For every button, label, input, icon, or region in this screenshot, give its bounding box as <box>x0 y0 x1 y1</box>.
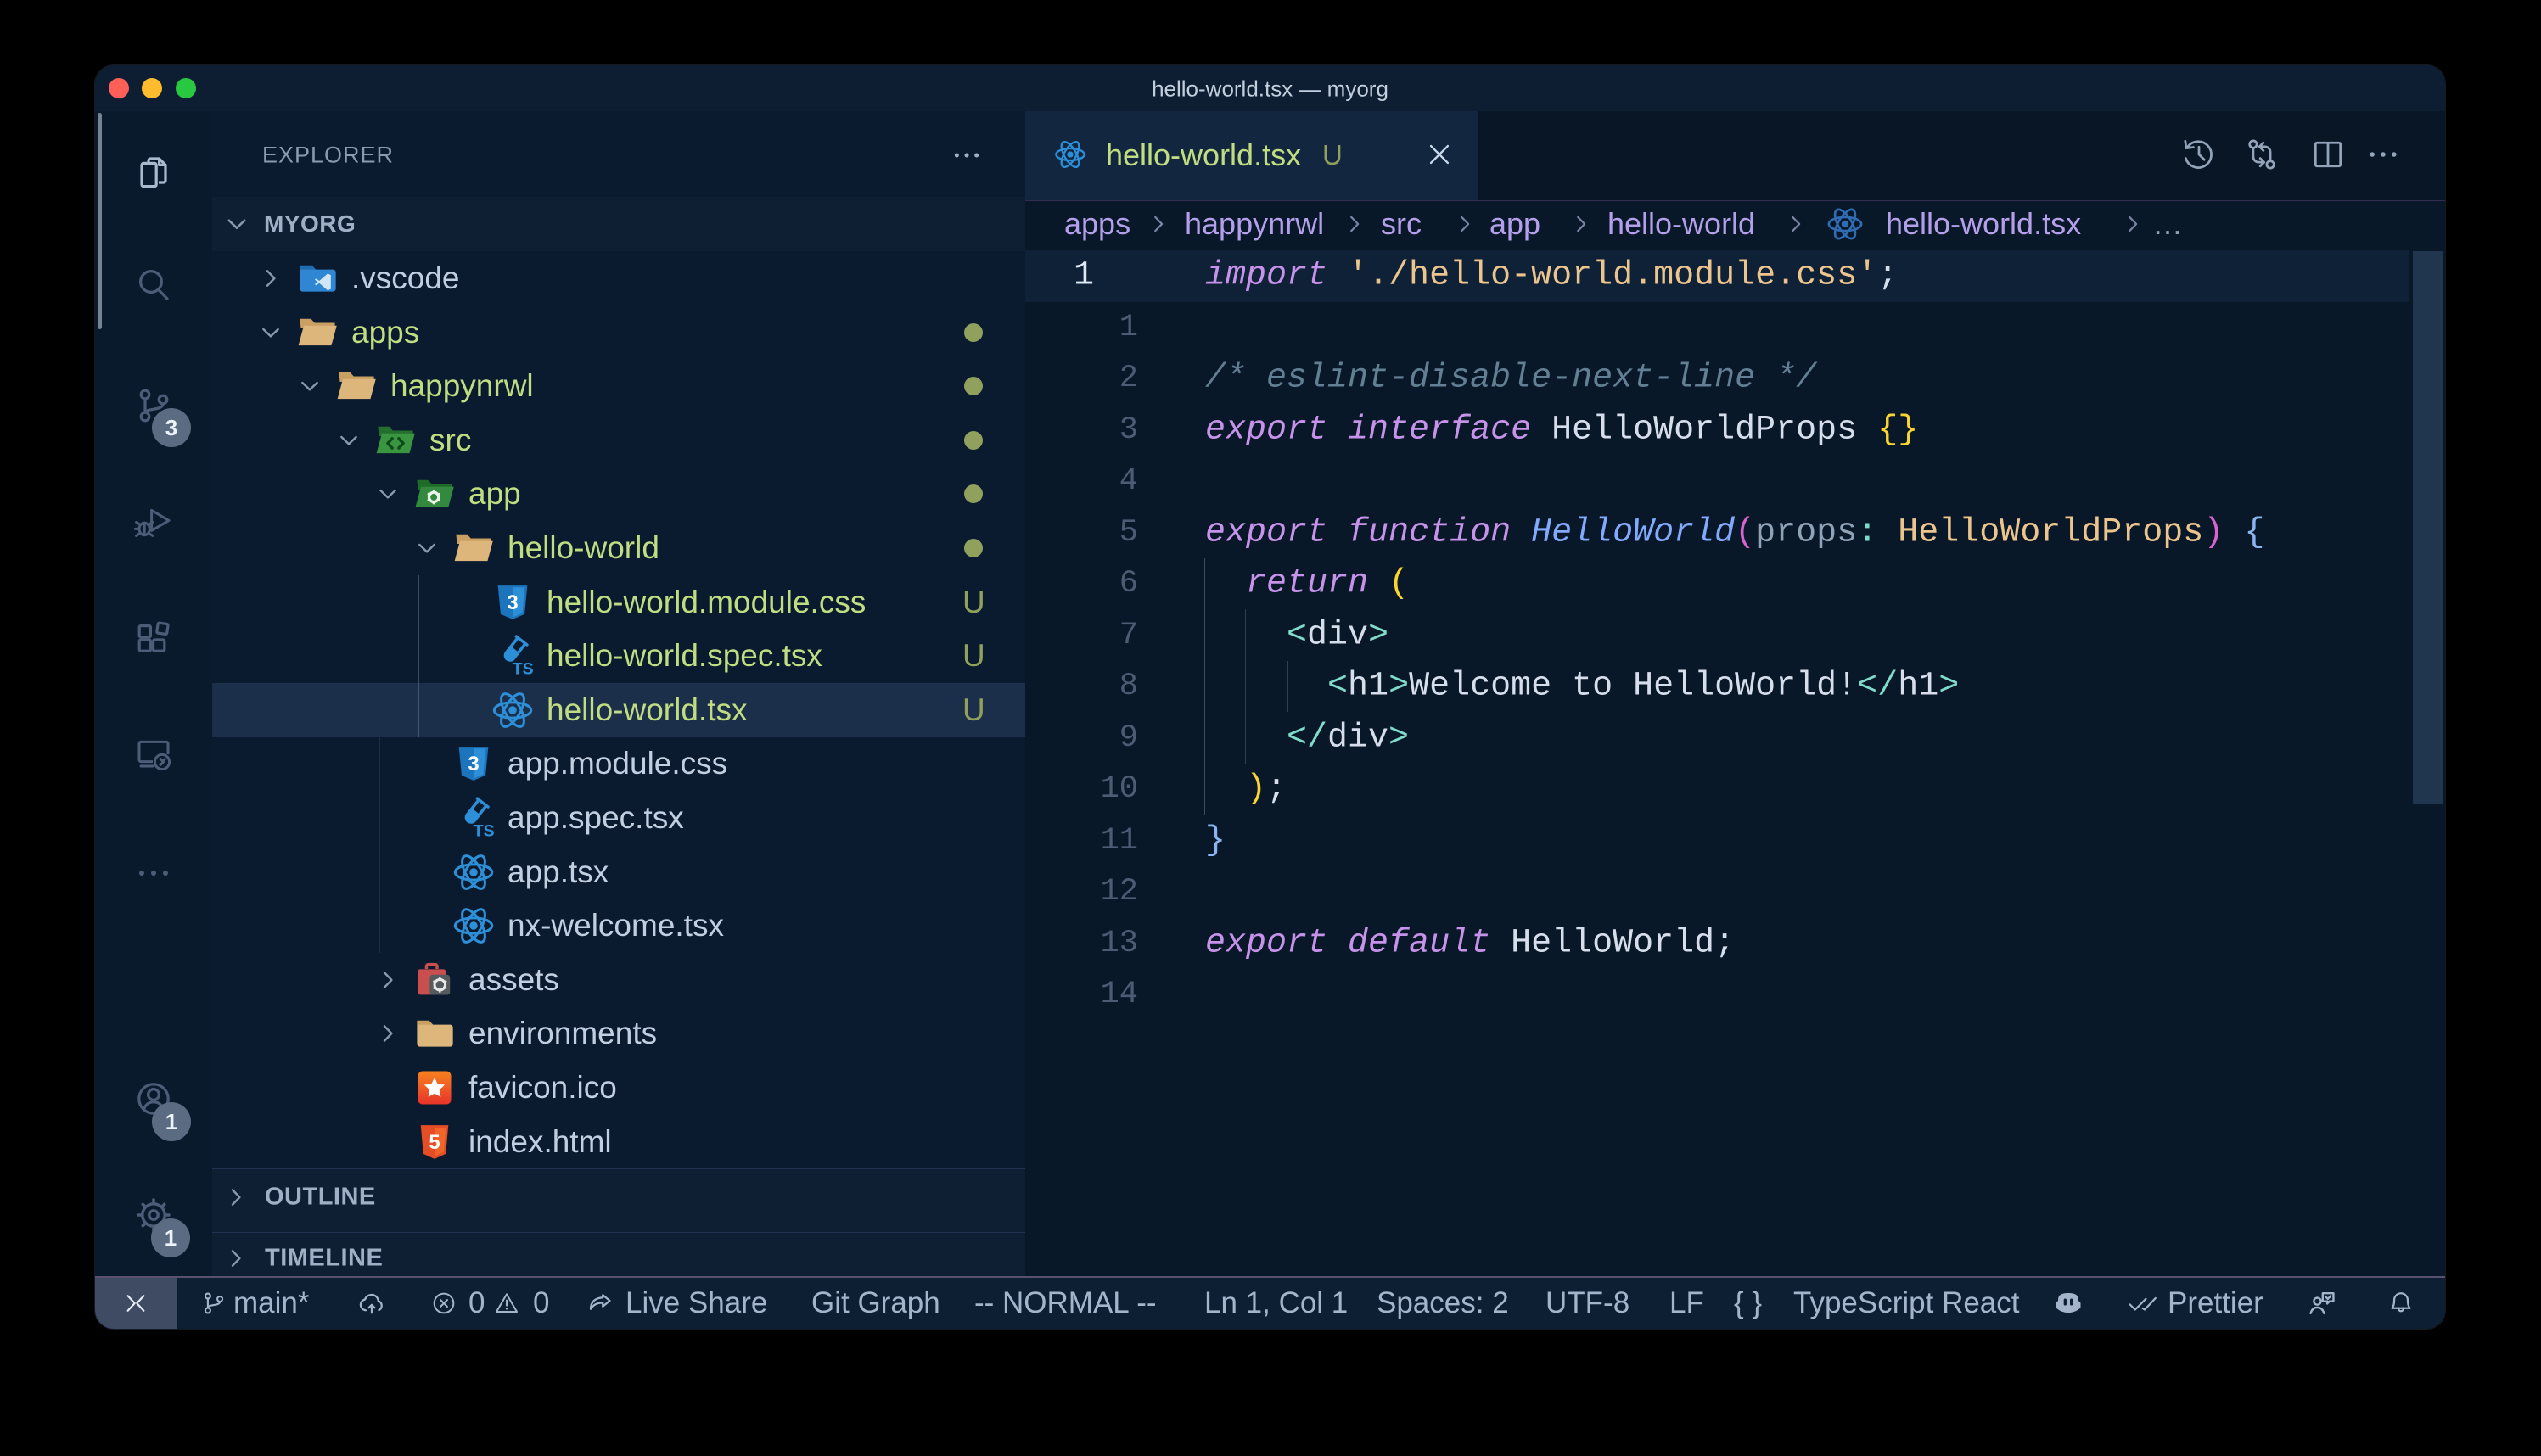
svg-text:5: 5 <box>429 1131 440 1154</box>
svg-text:3: 3 <box>507 591 518 613</box>
svg-text:TS: TS <box>474 822 495 840</box>
svg-text:3: 3 <box>468 753 479 776</box>
svg-text:TS: TS <box>513 660 534 678</box>
